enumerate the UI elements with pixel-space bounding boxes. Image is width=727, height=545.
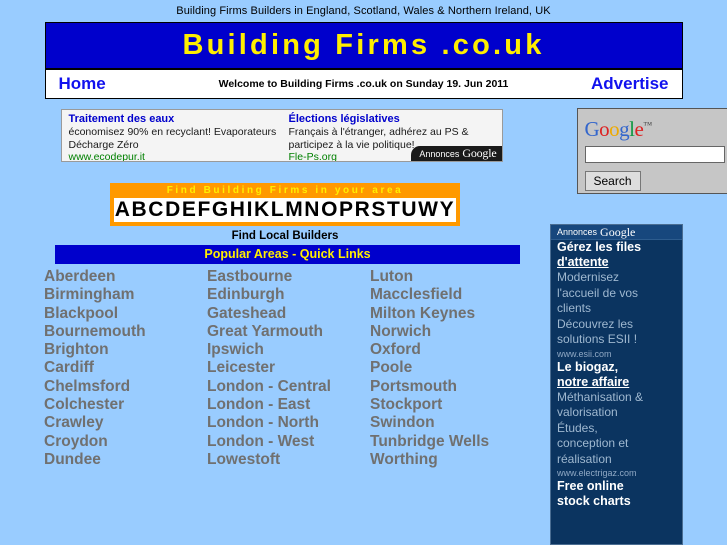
ad-description-line: Français à l'étranger, adhérez au PS & xyxy=(288,126,469,138)
main-navbar: Home Welcome to Building Firms .co.uk on… xyxy=(45,70,682,98)
area-link[interactable]: Oxford xyxy=(370,341,533,359)
search-input[interactable] xyxy=(584,146,725,163)
sidebar-ads-panel: Annonces Google Gérez les files d'attent… xyxy=(550,224,683,545)
sidebar-ad-line: clients xyxy=(557,301,592,315)
area-link[interactable]: London - North xyxy=(207,414,370,432)
area-link[interactable]: Milton Keynes xyxy=(370,305,533,323)
area-link[interactable]: Edinburgh xyxy=(207,286,370,304)
area-link[interactable]: Dundee xyxy=(44,451,207,469)
welcome-message: Welcome to Building Firms .co.uk on Sund… xyxy=(218,78,509,90)
search-button[interactable]: Search xyxy=(584,171,641,191)
areas-column: Aberdeen Birmingham Blackpool Bournemout… xyxy=(44,268,207,469)
sidebar-ad-item[interactable]: Gérez les files d'attente Modernisez l'a… xyxy=(557,240,676,360)
ad-url: www.ecodepur.it xyxy=(68,151,145,161)
area-link[interactable]: Cardiff xyxy=(44,359,207,377)
area-link[interactable]: London - West xyxy=(207,433,370,451)
sidebar-ad-item[interactable]: Le biogaz, notre affaire Méthanisation &… xyxy=(557,360,676,480)
area-link[interactable]: Norwich xyxy=(370,323,533,341)
sidebar-ad-title-link[interactable]: notre affaire xyxy=(557,375,676,390)
sidebar-ad-title-link[interactable]: d'attente xyxy=(557,255,676,270)
sidebar-ad-title[interactable]: Gérez les files xyxy=(557,240,676,255)
site-banner: Building Firms .co.uk xyxy=(45,23,682,70)
area-link[interactable]: Aberdeen xyxy=(44,268,207,286)
area-link[interactable]: Tunbridge Wells xyxy=(370,433,533,451)
area-link[interactable]: Chelmsford xyxy=(44,378,207,396)
sidebar-ad-line: conception et xyxy=(557,436,629,450)
annonces-google-badge[interactable]: Annonces Google xyxy=(551,225,682,240)
ad-description-line: Décharge Zéro xyxy=(68,138,139,151)
nav-link-home[interactable]: Home xyxy=(46,74,106,94)
area-link[interactable]: London - East xyxy=(207,396,370,414)
annonces-label: Annonces xyxy=(419,148,460,159)
site-title: Building Firms .co.uk xyxy=(182,29,545,61)
page-strapline: Building Firms Builders in England, Scot… xyxy=(176,5,551,17)
sidebar-ad-line: Études, xyxy=(557,420,598,435)
area-link[interactable]: Colchester xyxy=(44,396,207,414)
ad-title[interactable]: Traitement des eaux xyxy=(69,113,276,126)
google-logo-letter: o xyxy=(599,117,610,141)
sidebar-ad-url: www.esii.com xyxy=(557,348,612,359)
area-link[interactable]: London - Central xyxy=(207,378,370,396)
sidebar-ad-line: solutions ESII ! xyxy=(557,332,638,346)
area-link[interactable]: Luton xyxy=(370,268,533,286)
sidebar-ad-line: l'accueil de vos xyxy=(557,285,638,300)
ad-description-line: économisez 90% en recyclant! Evaporateur… xyxy=(68,126,277,138)
area-link[interactable]: Eastbourne xyxy=(207,268,370,286)
popular-areas-list: Aberdeen Birmingham Blackpool Bournemout… xyxy=(44,268,534,469)
area-link[interactable]: Gateshead xyxy=(207,305,370,323)
ad-title[interactable]: Élections législatives xyxy=(289,113,496,126)
adsense-banner: Traitement des eaux économisez 90% en re… xyxy=(60,109,503,162)
area-link[interactable]: Croydon xyxy=(44,433,207,451)
sidebar-ad-line: Méthanisation & xyxy=(557,389,644,404)
trademark-symbol: ™ xyxy=(643,120,652,130)
area-link[interactable]: Lowestoft xyxy=(207,451,370,469)
area-link[interactable]: Crawley xyxy=(44,414,207,432)
google-logo-letter: o xyxy=(609,117,620,141)
alphabet-nav[interactable]: ABCDEFGHIKLMNOPRSTUWY xyxy=(110,198,460,226)
google-wordmark: Google xyxy=(462,146,497,160)
area-link[interactable]: Ipswich xyxy=(207,341,370,359)
nav-link-advertise[interactable]: Advertise xyxy=(591,74,681,94)
area-link[interactable]: Blackpool xyxy=(44,305,207,323)
area-link[interactable]: Stockport xyxy=(370,396,533,414)
find-firms-banner: Find Building Firms in your area xyxy=(110,183,460,198)
area-link[interactable]: Leicester xyxy=(207,359,370,377)
sidebar-ad-title[interactable]: Le biogaz, xyxy=(557,360,676,375)
sidebar-ad-url: www.electrigaz.com xyxy=(557,468,637,478)
popular-areas-header: Popular Areas - Quick Links xyxy=(55,245,520,264)
sidebar-ad-title[interactable]: Free online xyxy=(557,479,676,494)
area-link[interactable]: Birmingham xyxy=(44,286,207,304)
sidebar-ad-line: valorisation xyxy=(557,405,618,419)
sidebar-ad-line: Modernisez xyxy=(557,270,620,284)
area-link[interactable]: Macclesfield xyxy=(370,286,533,304)
area-link[interactable]: Poole xyxy=(370,359,533,377)
area-link[interactable]: Swindon xyxy=(370,414,533,432)
areas-column: Luton Macclesfield Milton Keynes Norwich… xyxy=(370,268,533,469)
areas-column: Eastbourne Edinburgh Gateshead Great Yar… xyxy=(207,268,370,469)
sidebar-ad-line: réalisation xyxy=(557,451,612,466)
sidebar-ad-title-link[interactable]: stock charts xyxy=(557,494,676,509)
site-header: Building Firms .co.uk Home Welcome to Bu… xyxy=(44,22,683,99)
google-logo-letter: G xyxy=(584,117,600,141)
area-link[interactable]: Portsmouth xyxy=(370,378,533,396)
google-logo-letter: g xyxy=(619,117,630,141)
annonces-label: Annonces xyxy=(557,227,598,237)
area-link[interactable]: Great Yarmouth xyxy=(207,323,370,341)
google-logo: Google™ xyxy=(585,114,724,141)
ad-unit[interactable]: Traitement des eaux économisez 90% en re… xyxy=(62,110,282,161)
area-link[interactable]: Worthing xyxy=(370,451,533,469)
annonces-google-badge[interactable]: Annonces Google xyxy=(411,146,502,161)
find-firms-section: Find Building Firms in your area ABCDEFG… xyxy=(110,183,460,242)
area-link[interactable]: Brighton xyxy=(44,341,207,359)
google-wordmark: Google xyxy=(600,224,636,239)
alphabet-letters[interactable]: ABCDEFGHIKLMNOPRSTUWY xyxy=(115,198,455,222)
area-link[interactable]: Bournemouth xyxy=(44,323,207,341)
sidebar-ad-item[interactable]: Free online stock charts xyxy=(557,479,676,509)
google-search-widget: Google™ Search xyxy=(576,108,727,194)
sidebar-ad-line: Découvrez les xyxy=(557,316,634,331)
find-local-builders-label: Find Local Builders xyxy=(231,230,339,242)
